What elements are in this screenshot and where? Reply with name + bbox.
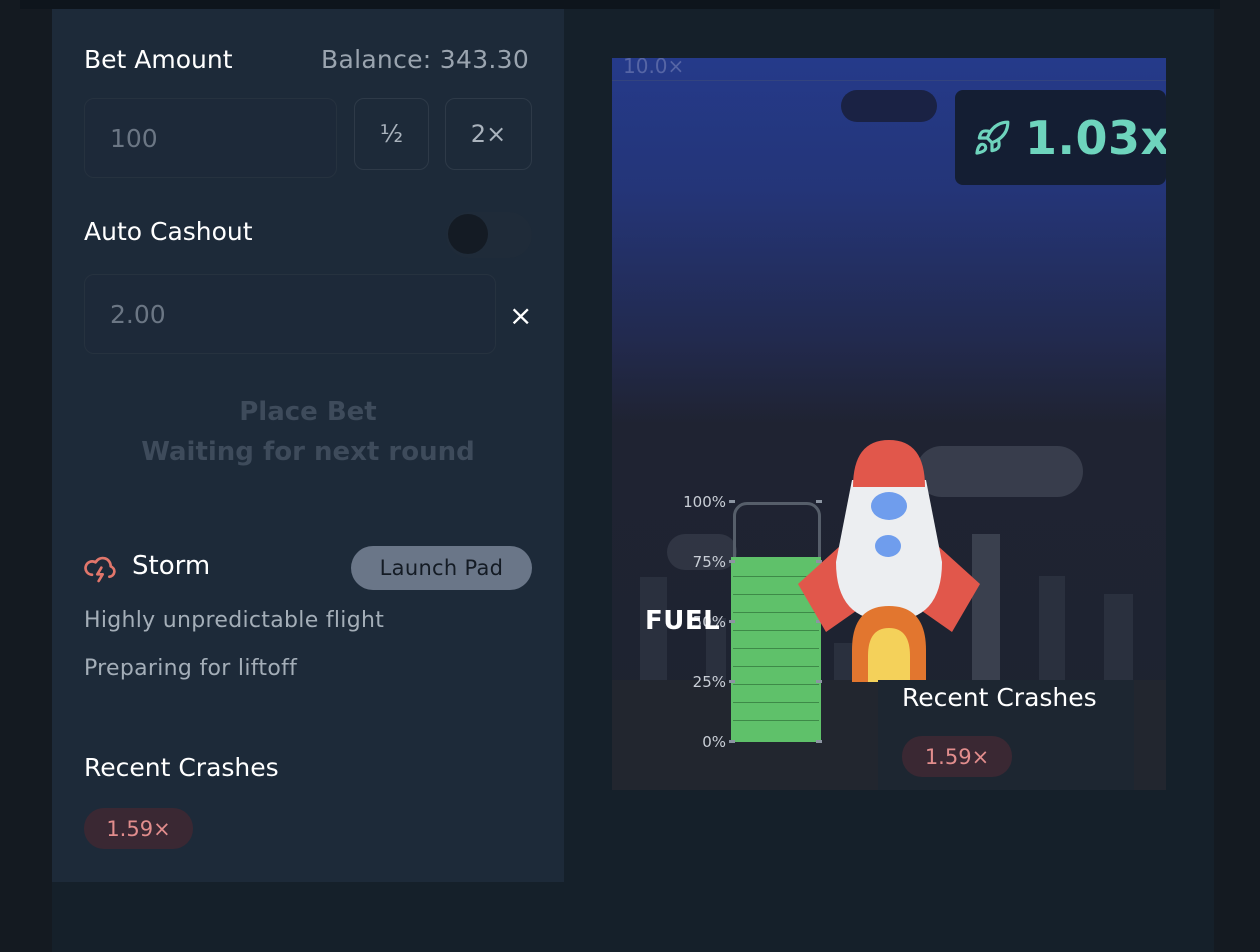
auto-cashout-input[interactable]: 2.00 (84, 274, 496, 354)
rocket-icon (973, 119, 1011, 157)
cloud (841, 90, 937, 122)
fuel-tick-mark (816, 740, 822, 743)
rocket-sprite (798, 440, 980, 682)
fuel-segment-line (733, 702, 819, 703)
mode-description: Highly unpredictable flight (84, 608, 385, 633)
scale-line (612, 80, 1166, 81)
place-bet-status: Waiting for next round (141, 437, 475, 467)
place-bet-button[interactable]: Place Bet (84, 397, 532, 427)
recent-crash-chip: 1.59× (84, 808, 193, 849)
fuel-label: FUEL (645, 606, 721, 636)
game-canvas: 10.0× 1.03x 100% 75% 50% 25% 0% FUEL Rec… (612, 58, 1166, 790)
fuel-tick-mark (729, 500, 735, 503)
fuel-segment-line (733, 720, 819, 721)
fuel-tick-mark (729, 560, 735, 563)
fuel-tick-label: 25% (692, 673, 726, 691)
storm-cloud-lightning-icon (84, 553, 116, 589)
multiplier-display: 1.03x (955, 90, 1166, 185)
half-bet-button[interactable]: ½ (354, 98, 429, 170)
game-recent-crash-chip: 1.59× (902, 736, 1012, 777)
multiplier-value: 1.03x (1025, 110, 1166, 165)
recent-crashes-title: Recent Crashes (84, 753, 279, 782)
fuel-tick-mark (729, 680, 735, 683)
building (1104, 594, 1133, 688)
scale-top-label: 10.0× (623, 58, 685, 78)
auto-cashout-label: Auto Cashout (84, 217, 253, 246)
fuel-tick-label: 0% (702, 733, 726, 751)
fuel-tick-mark (729, 740, 735, 743)
toggle-knob (448, 214, 488, 254)
fuel-tick-label: 100% (683, 493, 726, 511)
bet-amount-label: Bet Amount (84, 45, 233, 74)
clear-cashout-button[interactable]: × (509, 300, 532, 332)
mode-status: Preparing for liftoff (84, 656, 298, 681)
balance-display: Balance: 343.30 (321, 45, 530, 74)
double-bet-button[interactable]: 2× (445, 98, 532, 170)
bet-amount-input[interactable]: 100 (84, 98, 337, 178)
building (1039, 576, 1065, 688)
fuel-tick-mark (729, 620, 735, 623)
fuel-segment-line (733, 684, 819, 685)
top-bar (20, 0, 1220, 9)
launch-pad-badge: Launch Pad (351, 546, 532, 590)
fuel-tick-label: 75% (692, 553, 726, 571)
game-recent-crashes-title: Recent Crashes (902, 683, 1097, 712)
mode-name: Storm (132, 551, 211, 581)
